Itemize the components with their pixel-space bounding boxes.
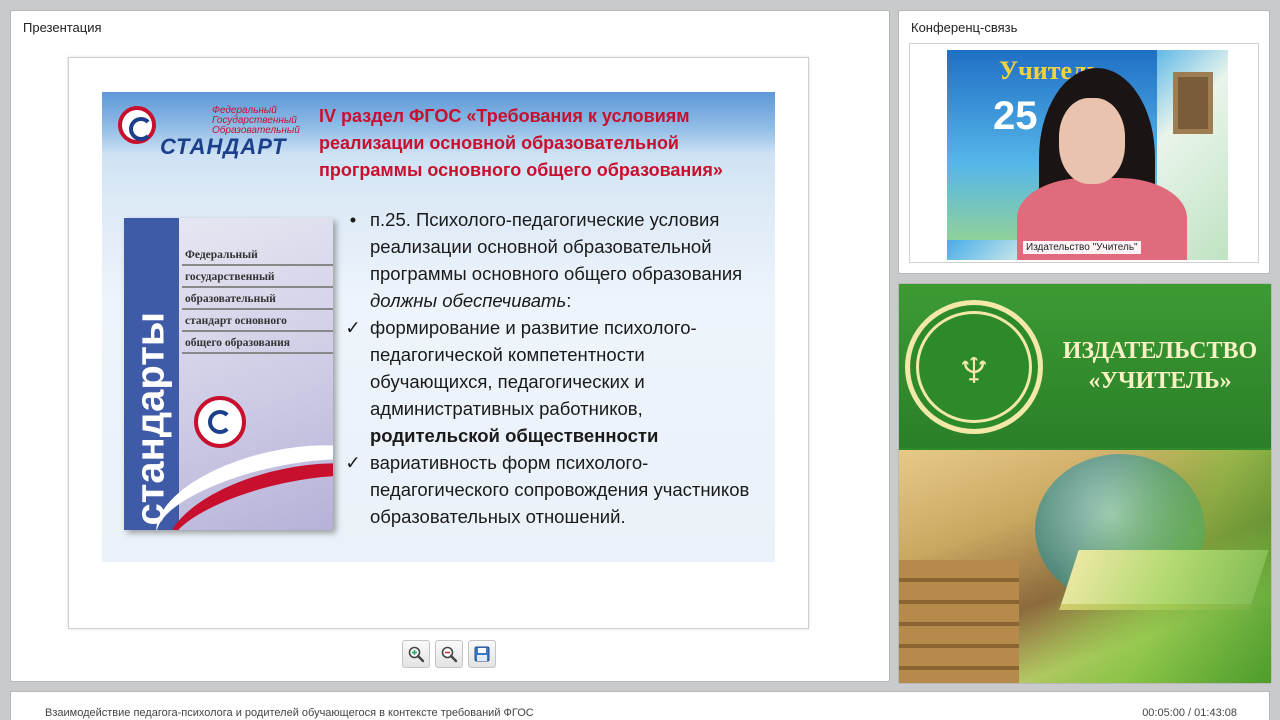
video-caption: Издательство "Учитель" <box>1023 241 1141 254</box>
video-banner-number: 25 <box>993 94 1038 138</box>
book-line: общего образования <box>182 332 333 354</box>
list-item: • п.25. Психолого-педагогические условия… <box>342 206 772 314</box>
conference-title: Конференц-связь <box>911 20 1018 35</box>
slide: Федеральный Государственный Образователь… <box>102 92 775 562</box>
slide-toolbar <box>402 640 496 668</box>
publisher-banner: ♆ ИЗДАТЕЛЬСТВО «УЧИТЕЛЬ» <box>898 283 1272 684</box>
save-icon <box>474 646 490 662</box>
slide-heading: IV раздел ФГОС «Требования к условиям ре… <box>319 106 723 180</box>
publisher-name: ИЗДАТЕЛЬСТВО «УЧИТЕЛЬ» <box>1062 338 1258 394</box>
fgos-logo: Федеральный Государственный Образователь… <box>118 104 300 159</box>
fgos-emblem-icon <box>118 106 156 144</box>
book-spine-title: стандарты <box>128 311 173 526</box>
zoom-out-button[interactable] <box>435 640 463 668</box>
book-cover: стандарты Федеральный государственный об… <box>124 218 333 530</box>
book-line: государственный <box>182 266 333 288</box>
logo-word: СТАНДАРТ <box>160 134 287 159</box>
lecture-title: Взаимодействие педагога-психолога и роди… <box>45 707 534 719</box>
publisher-emblem-icon: ♆ <box>905 300 1043 434</box>
speaker-video: Учитель 25 Издательство "Учитель" <box>947 50 1228 260</box>
zoom-in-icon <box>408 646 425 663</box>
book-emblem-icon <box>194 396 246 448</box>
save-button[interactable] <box>468 640 496 668</box>
bullet-icon: • <box>349 209 357 230</box>
playback-time: 00:05:00 / 01:43:08 <box>1142 707 1237 719</box>
book-line: образовательный <box>182 288 333 310</box>
status-bar: Взаимодействие педагога-психолога и роди… <box>10 691 1270 720</box>
book-line: Федеральный <box>182 244 333 266</box>
conference-panel: Конференц-связь Учитель 25 Издательство … <box>898 10 1270 274</box>
zoom-in-button[interactable] <box>402 640 430 668</box>
list-item: ✓ вариативность форм психолого-педагогич… <box>342 449 772 530</box>
list-item: ✓ формирование и развитие психолого-педа… <box>342 314 772 449</box>
presentation-panel: Презентация Федеральный Государственный … <box>10 10 890 682</box>
slide-frame: Федеральный Государственный Образователь… <box>68 57 809 629</box>
book-line: стандарт основного <box>182 310 333 332</box>
presentation-title: Презентация <box>23 20 102 35</box>
checkmark-icon: ✓ <box>345 452 361 473</box>
video-window[interactable]: Учитель 25 Издательство "Учитель" <box>909 43 1259 263</box>
slide-body: • п.25. Психолого-педагогические условия… <box>342 206 772 530</box>
zoom-out-icon <box>441 646 458 663</box>
checkmark-icon: ✓ <box>345 317 361 338</box>
books-image <box>899 450 1271 683</box>
